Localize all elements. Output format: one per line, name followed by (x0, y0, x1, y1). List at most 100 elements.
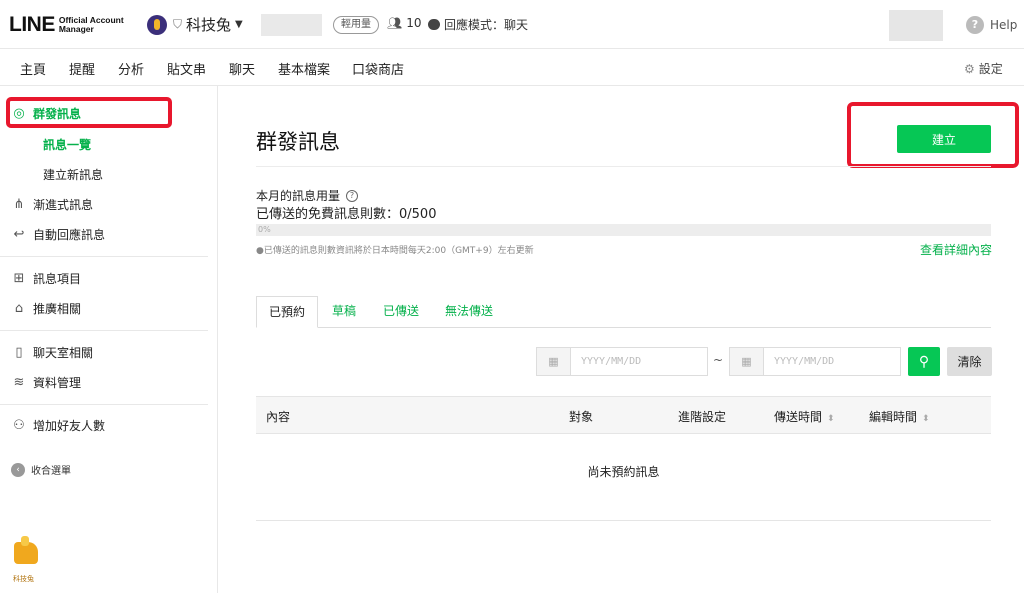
sidebar-item-label: 訊息項目 (33, 272, 82, 286)
chat-bubble-icon (428, 19, 440, 30)
sidebar-item-auto-reply[interactable]: ↩ 自動回應訊息 (11, 226, 105, 243)
sidebar-item-message-items[interactable]: ⊞ 訊息項目 (11, 270, 81, 287)
chevron-down-icon: ▼ (235, 19, 243, 30)
main-nav: 主頁 提醒 分析 貼文串 聊天 基本檔案 口袋商店 ⚙ 設定 (0, 49, 1024, 88)
calendar-icon[interactable]: ▦ (730, 348, 764, 375)
message-tabs: 已預約 草稿 已傳送 無法傳送 (256, 296, 991, 328)
sort-icon: ⬍ (922, 414, 930, 424)
page-title: 群發訊息 (256, 130, 340, 154)
mascot-label: 科技兔 (13, 575, 34, 583)
table-header: 內容 對象 進階設定 傳送時間 ⬍ 編輯時間 ⬍ (256, 396, 991, 434)
usage-label: 本月的訊息用量 ? (256, 187, 359, 204)
plan-badge[interactable]: 輕用量 (333, 16, 379, 34)
sidebar-divider (0, 404, 208, 405)
column-send-time[interactable]: 傳送時間 ⬍ (774, 408, 835, 425)
friend-count[interactable]: 👥︎ 10 (387, 16, 422, 30)
progress-percent: 0% (258, 225, 271, 234)
sidebar-item-label: 聊天室相關 (33, 346, 94, 360)
nav-profile[interactable]: 基本檔案 (278, 59, 330, 78)
phone-settings-icon: ▯ (15, 345, 23, 360)
sidebar-divider (0, 330, 208, 331)
store-icon: ⌂ (14, 301, 24, 316)
user-menu-redacted[interactable] (889, 10, 943, 41)
settings-link[interactable]: ⚙ 設定 (964, 60, 1003, 77)
help-link[interactable]: ? Help (966, 16, 1017, 34)
database-icon: ≋ (13, 375, 25, 390)
logo-subtitle: Official Account Manager (59, 16, 124, 34)
column-audience: 對象 (569, 410, 594, 424)
question-circle-icon[interactable]: ? (346, 189, 359, 202)
search-button[interactable]: ⚲ (908, 347, 940, 376)
reply-mode[interactable]: 回應模式：聊天 (428, 16, 528, 33)
column-advanced-settings: 進階設定 (678, 410, 727, 424)
tab-failed[interactable]: 無法傳送 (445, 296, 493, 328)
gear-icon: ⚙ (964, 62, 975, 76)
collapse-menu-label: 收合選單 (31, 466, 71, 477)
sidebar-item-label: 推廣相關 (33, 302, 82, 316)
start-date-input[interactable] (571, 348, 707, 375)
clear-button[interactable]: 清除 (947, 347, 992, 376)
collapse-menu-button[interactable]: ‹ 收合選單 (11, 462, 71, 477)
logo-line-text: LINE (9, 13, 55, 36)
sidebar-item-label: 漸進式訊息 (33, 198, 94, 212)
usage-progress-bar: 0% (256, 224, 991, 236)
end-date-field[interactable]: ▦ (729, 347, 901, 376)
sidebar-item-label: 增加好友人數 (33, 419, 106, 433)
column-edit-time[interactable]: 編輯時間 ⬍ (869, 408, 930, 425)
sidebar: ◎ 群發訊息 訊息一覽 建立新訊息 ⋔ 漸進式訊息 ↩ 自動回應訊息 ⊞ 訊息項… (0, 86, 218, 593)
nav-home[interactable]: 主頁 (20, 59, 47, 88)
usage-label-text: 本月的訊息用量 (256, 189, 341, 203)
top-bar: LINE Official Account Manager ⛉ 科技兔 ▼ 輕用… (0, 0, 1024, 49)
column-send-time-label: 傳送時間 (774, 410, 823, 424)
add-box-icon: ⊞ (13, 271, 25, 286)
sidebar-sub-message-list[interactable]: 訊息一覽 (43, 136, 91, 153)
logo-subtitle-line2: Manager (58, 24, 94, 34)
people-icon: 👥︎ (387, 16, 403, 30)
nav-chat[interactable]: 聊天 (229, 59, 255, 78)
view-details-link[interactable]: 查看詳細內容 (920, 241, 992, 258)
end-date-input[interactable] (764, 348, 900, 375)
search-icon: ⚲ (918, 353, 930, 369)
sidebar-item-label: 資料管理 (33, 376, 82, 390)
nav-timeline[interactable]: 貼文串 (167, 59, 206, 78)
tab-sent[interactable]: 已傳送 (383, 296, 419, 328)
account-id-redacted (261, 14, 322, 36)
sidebar-item-data-management[interactable]: ≋ 資料管理 (11, 374, 81, 391)
empty-state-message: 尚未預約訊息 (587, 465, 660, 479)
sort-icon: ⬍ (827, 414, 835, 424)
reply-icon: ↩ (13, 227, 25, 242)
nav-reminders[interactable]: 提醒 (69, 59, 95, 78)
sidebar-sub-create-message[interactable]: 建立新訊息 (43, 166, 103, 183)
hierarchy-icon: ⋔ (13, 197, 25, 212)
column-content: 內容 (266, 410, 291, 424)
sidebar-divider (0, 256, 208, 257)
sent-count: 已傳送的免費訊息則數：0/500 (256, 207, 437, 222)
account-name: 科技兔 (186, 16, 232, 34)
nav-analytics[interactable]: 分析 (118, 59, 144, 78)
line-oam-logo[interactable]: LINE Official Account Manager (9, 13, 124, 37)
tab-scheduled[interactable]: 已預約 (256, 296, 319, 328)
highlight-box-sidebar (6, 97, 172, 128)
chevron-left-icon: ‹ (11, 462, 25, 477)
reply-mode-text: 回應模式：聊天 (444, 18, 529, 32)
sidebar-item-step-messages[interactable]: ⋔ 漸進式訊息 (11, 196, 93, 213)
help-icon: ? (966, 16, 984, 34)
settings-label: 設定 (978, 62, 1003, 76)
account-avatar (147, 14, 167, 35)
sidebar-item-label: 自動回應訊息 (33, 228, 106, 242)
sidebar-item-promotion[interactable]: ⌂ 推廣相關 (11, 300, 81, 317)
nav-shop[interactable]: 口袋商店 (352, 59, 404, 78)
tab-drafts[interactable]: 草稿 (332, 296, 356, 328)
start-date-field[interactable]: ▦ (536, 347, 708, 376)
update-note: ●已傳送的訊息則數資訊將於日本時間每天2:00（GMT+9）左右更新 (256, 246, 534, 256)
column-edit-time-label: 編輯時間 (869, 410, 918, 424)
sidebar-item-chatroom[interactable]: ▯ 聊天室相關 (11, 344, 93, 361)
calendar-icon[interactable]: ▦ (537, 348, 571, 375)
date-range-separator: ~ (713, 353, 724, 367)
sidebar-item-add-friends[interactable]: ⚇ 增加好友人數 (11, 417, 105, 434)
highlight-box-create (847, 102, 1019, 168)
add-user-icon: ⚇ (13, 418, 25, 433)
table-bottom-border (256, 520, 991, 521)
shield-icon: ⛉ (173, 17, 183, 31)
account-switcher[interactable]: ⛉ 科技兔 ▼ (147, 14, 243, 35)
